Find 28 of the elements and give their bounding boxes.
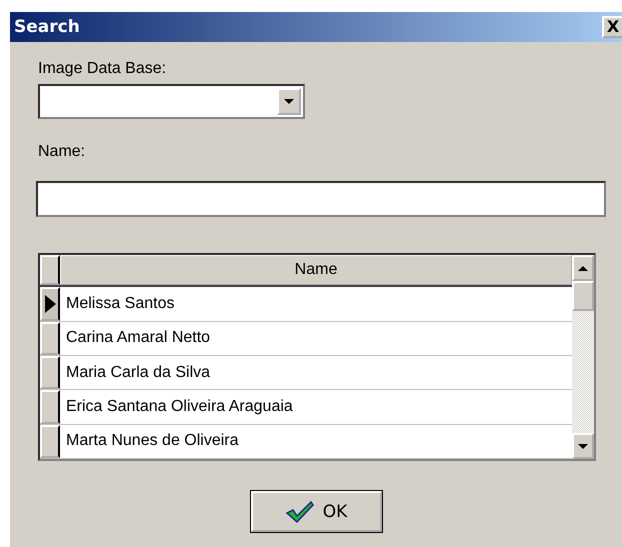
table-cell[interactable]: Marta Nunes de Oliveira (60, 424, 572, 458)
table-cell[interactable]: Maria Carla da Silva (60, 356, 572, 390)
caret-icon (284, 97, 294, 106)
field-label: Name: (38, 143, 86, 161)
ok-button[interactable]: OK (250, 491, 382, 532)
up-arrow-icon (578, 264, 588, 272)
row-indicator[interactable] (40, 424, 60, 458)
scroll-down-button[interactable] (572, 433, 594, 459)
down-arrow-icon (578, 442, 588, 450)
checkmark-icon (284, 500, 315, 524)
dropdown-button[interactable] (277, 88, 301, 115)
scrollbar[interactable] (572, 255, 594, 459)
row-indicator[interactable] (40, 390, 60, 424)
table-cell[interactable]: Erica Santana Oliveira Araguaia (60, 390, 572, 424)
row-indicator[interactable] (40, 287, 60, 321)
current-row-icon (44, 295, 56, 314)
row-indicator[interactable] (40, 322, 60, 356)
row-indicator[interactable] (40, 356, 60, 390)
table-cell[interactable]: Melissa Santos (60, 287, 572, 321)
column-header[interactable]: Name (60, 255, 572, 286)
name-input-field[interactable] (36, 181, 606, 217)
database-dropdown[interactable] (38, 84, 305, 119)
close-button[interactable]: X (602, 16, 622, 38)
window-title: Search (14, 17, 80, 37)
scroll-up-button[interactable] (572, 255, 594, 281)
table-cell[interactable]: Carina Amaral Netto (60, 322, 572, 356)
field-label: Image Data Base: (38, 60, 168, 78)
scroll-thumb[interactable] (572, 281, 594, 311)
